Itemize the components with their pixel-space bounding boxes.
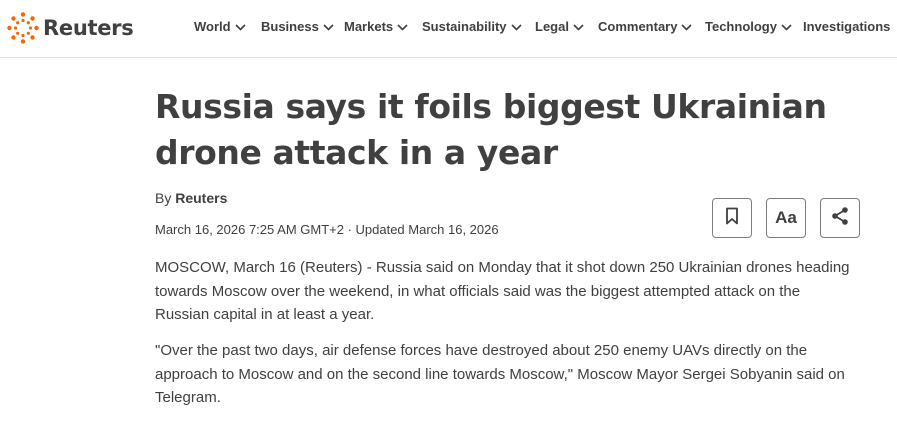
nav-item-label: Commentary [598,19,678,34]
site-header: Reuters World Business Markets Sustainab… [0,0,897,58]
share-icon [830,206,850,231]
article-title: Russia says it foils biggest Ukrainian d… [155,87,827,172]
nav-item-commentary[interactable]: Commentary [598,19,693,34]
nav-item-legal[interactable]: Legal [535,19,584,34]
nav-item-business[interactable]: Business [261,19,334,34]
text-size-label: Aa [775,208,797,227]
nav-item-label: Business [261,19,319,34]
text-size-button[interactable]: Aa [766,198,806,238]
article-paragraph: "Over the past two days, air defense for… [155,342,845,406]
chevron-down-icon [781,19,792,34]
chevron-down-icon [573,19,584,34]
nav-item-world[interactable]: World [194,19,246,34]
reuters-logo-icon [7,12,39,44]
chevron-down-icon [681,19,693,34]
nav-item-label: Markets [344,19,394,34]
nav-item-markets[interactable]: Markets [344,19,408,34]
byline: By Reuters [155,190,227,206]
byline-prefix: By [155,190,172,206]
chevron-down-icon [235,19,246,34]
author-link[interactable]: Reuters [175,190,227,206]
chevron-down-icon [323,19,334,34]
article-dateline: March 16, 2026 7:25 AM GMT+2 · Updated M… [155,222,499,237]
chevron-down-icon [397,19,408,34]
article-paragraph: MOSCOW, March 16 (Reuters) - Russia said… [155,259,850,323]
bookmark-button[interactable] [712,198,752,238]
share-button[interactable] [820,198,860,238]
nav-item-investigations[interactable]: Investigations [803,19,890,34]
nav-item-sustainability[interactable]: Sustainability [422,19,522,34]
nav-item-label: Investigations [803,19,891,34]
nav-item-label: Legal [535,19,569,34]
chevron-down-icon [510,19,522,34]
logo-text: Reuters [43,16,134,40]
nav-item-technology[interactable]: Technology [705,19,792,34]
bookmark-icon [725,207,739,230]
nav-item-label: Sustainability [422,19,507,34]
nav-item-label: World [194,19,231,34]
reuters-logo[interactable]: Reuters [6,11,134,45]
nav-item-label: Technology [705,19,777,34]
